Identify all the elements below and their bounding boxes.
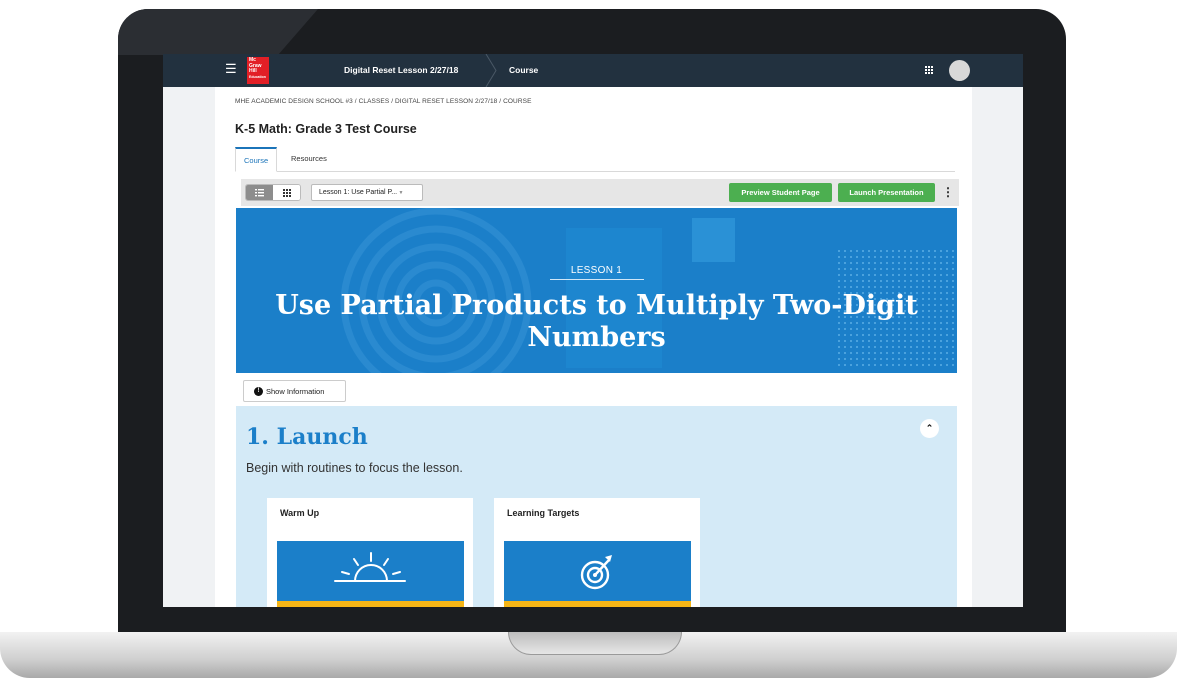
card-image	[504, 541, 691, 601]
divider	[550, 279, 644, 280]
menu-icon[interactable]: ☰	[225, 62, 237, 75]
lesson-select-value: Lesson 1: Use Partial P...	[319, 189, 398, 196]
lesson-select[interactable]: Lesson 1: Use Partial P... ▼	[311, 184, 423, 201]
user-avatar[interactable]	[949, 60, 970, 81]
card-label-bar	[277, 601, 464, 607]
launch-section: 1. Launch Begin with routines to focus t…	[236, 406, 957, 607]
content-panel: MHE ACADEMIC DESIGN SCHOOL #3 / CLASSES …	[215, 87, 972, 607]
show-information-button[interactable]: ! Show Information	[243, 380, 346, 402]
topbar-lesson-link[interactable]: Digital Reset Lesson 2/27/18	[344, 65, 458, 75]
learning-targets-card[interactable]: Learning Targets	[494, 498, 700, 607]
target-icon	[580, 555, 612, 590]
show-information-label: Show Information	[266, 387, 325, 396]
info-icon: !	[254, 387, 263, 396]
section-title: 1. Launch	[246, 424, 368, 450]
tab-bar: Course Resources	[235, 147, 955, 172]
lesson-toolbar: Lesson 1: Use Partial P... ▼ Preview Stu…	[241, 179, 959, 206]
lesson-number: LESSON 1	[570, 265, 623, 276]
card-title: Warm Up	[280, 508, 320, 518]
list-view-icon[interactable]	[246, 185, 273, 200]
apps-grid-icon[interactable]	[925, 66, 933, 74]
page-title: K-5 Math: Grade 3 Test Course	[235, 122, 417, 136]
screen: ☰ Mc Graw Hill Education Digital Reset L…	[163, 54, 1023, 607]
logo-line: Education	[249, 74, 266, 79]
caret-down-icon: ▼	[397, 190, 404, 196]
tab-course[interactable]: Course	[235, 147, 278, 172]
collapse-chevron-up-icon[interactable]: ⌃	[920, 419, 939, 438]
top-bar: ☰ Mc Graw Hill Education Digital Reset L…	[163, 54, 1023, 87]
mcgraw-hill-logo[interactable]: Mc Graw Hill Education	[247, 57, 269, 84]
laptop-notch	[508, 632, 682, 655]
lesson-banner: LESSON 1 Use Partial Products to Multipl…	[236, 208, 957, 373]
warm-up-card[interactable]: Warm Up	[267, 498, 473, 607]
banner-shape	[692, 218, 735, 262]
card-image	[277, 541, 464, 601]
section-subtitle: Begin with routines to focus the lesson.	[246, 461, 463, 475]
preview-student-page-button[interactable]: Preview Student Page	[729, 183, 832, 202]
chevron-separator-icon	[485, 54, 497, 87]
view-toggle	[245, 184, 301, 201]
card-title: Learning Targets	[507, 508, 580, 518]
topbar-current-page: Course	[509, 65, 539, 75]
lesson-title: Use Partial Products to Multiply Two-Dig…	[275, 290, 918, 353]
breadcrumb[interactable]: MHE ACADEMIC DESIGN SCHOOL #3 / CLASSES …	[235, 98, 532, 105]
tab-resources[interactable]: Resources	[283, 147, 335, 170]
grid-view-icon[interactable]	[273, 185, 300, 200]
launch-presentation-button[interactable]: Launch Presentation	[838, 183, 935, 202]
sunrise-icon	[334, 552, 406, 582]
more-options-icon[interactable]: ⋮	[942, 186, 954, 200]
card-label-bar	[504, 601, 691, 607]
